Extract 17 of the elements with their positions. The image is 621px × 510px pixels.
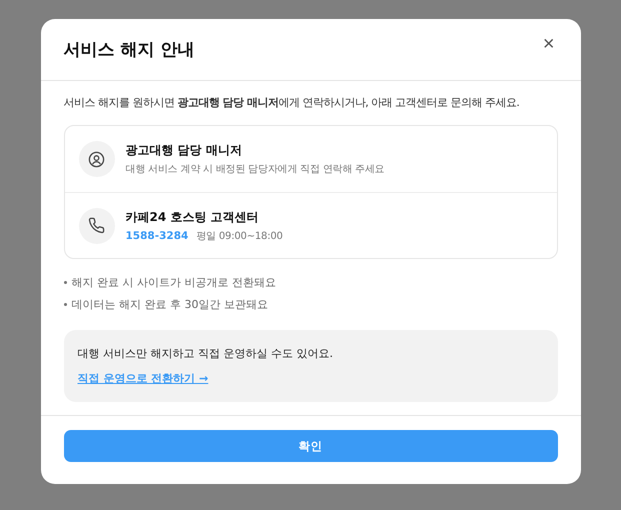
note-text: 해지 완료 시 사이트가 비공개로 전환돼요 <box>72 275 276 290</box>
bullet-dot <box>64 281 66 284</box>
contact-name: 카페24 호스팅 고객센터 <box>126 208 260 226</box>
user-icon <box>88 150 105 168</box>
confirm-button[interactable]: 확인 <box>64 430 558 462</box>
dialog-title: 서비스 해지 안내 <box>64 39 194 61</box>
contact-description: 대행 서비스 계약 시 배정된 담당자에게 직접 연락해 주세요 <box>126 163 385 176</box>
tip-text: 대행 서비스만 해지하고 직접 운영하실 수도 있어요. <box>78 346 333 361</box>
phone-number: 1588-3284 <box>126 230 188 242</box>
phone-icon <box>88 217 105 234</box>
intro-text: 서비스 해지를 원하시면 광고대행 담당 매니저에게 연락하시거나, 아래 고객센터로 문의해 주세요. <box>64 95 520 110</box>
switch-link[interactable]: 직접 운영으로 전환하기 → <box>78 371 208 386</box>
contact-name: 광고대행 담당 매니저 <box>126 142 243 159</box>
bullet-dot <box>64 303 66 306</box>
close-button[interactable]: × <box>538 34 558 54</box>
business-hours: 평일 09:00~18:00 <box>196 230 283 242</box>
note-text: 데이터는 해지 완료 후 30일간 보관돼요 <box>72 297 268 312</box>
